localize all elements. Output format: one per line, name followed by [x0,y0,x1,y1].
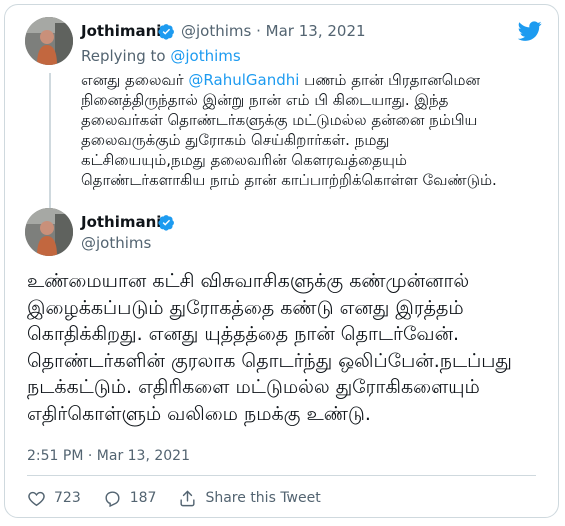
tweet-date[interactable]: Mar 13, 2021 [266,22,366,40]
verified-badge-icon [158,215,174,231]
avatar[interactable] [25,17,73,65]
author-name[interactable]: Jothimani [81,213,161,231]
author-name[interactable]: Jothimani [81,22,161,40]
divider [27,475,536,476]
reply-count: 187 [129,490,157,506]
reply-bubble-icon [105,490,120,507]
separator: · [87,448,93,464]
heart-icon [28,491,45,506]
mention-link[interactable]: @RahulGandhi [188,71,299,89]
tweet-date[interactable]: Mar 13, 2021 [97,448,190,464]
like-count: 723 [54,490,81,506]
share-button[interactable]: Share this Tweet [178,489,321,508]
replying-label: Replying to [81,47,171,65]
replying-to: Replying to @jothims [81,47,241,65]
quoted-tweet-text: எனது தலைவர் @RahulGandhi பணம் தான் பிரதா… [81,70,511,190]
twitter-bird-icon[interactable] [518,19,542,43]
avatar[interactable] [25,208,73,256]
share-label: Share this Tweet [205,490,321,506]
author-handle[interactable]: @jothims [81,234,151,252]
replying-handle-link[interactable]: @jothims [170,47,240,65]
reply-button[interactable]: 187 [103,489,157,508]
like-button[interactable]: 723 [27,489,81,508]
separator: · [256,22,261,40]
quoted-text-start: எனது தலைவர் [81,71,189,89]
tweet-timestamp[interactable]: 2:51 PM · Mar 13, 2021 [27,448,190,464]
share-icon [180,490,196,506]
tweet-card: Jothimani @jothims · Mar 13, 2021 Replyi… [4,4,559,518]
author-handle[interactable]: @jothims [181,22,251,40]
thread-connector [49,73,51,213]
tweet-text: உண்மையான கட்சி விசுவாசிகளுக்கு கண்முன்னா… [27,270,512,425]
action-bar: 723 187 Share this Tweet [27,487,343,509]
tweet-time[interactable]: 2:51 PM [27,448,83,464]
verified-badge-icon [158,24,174,40]
